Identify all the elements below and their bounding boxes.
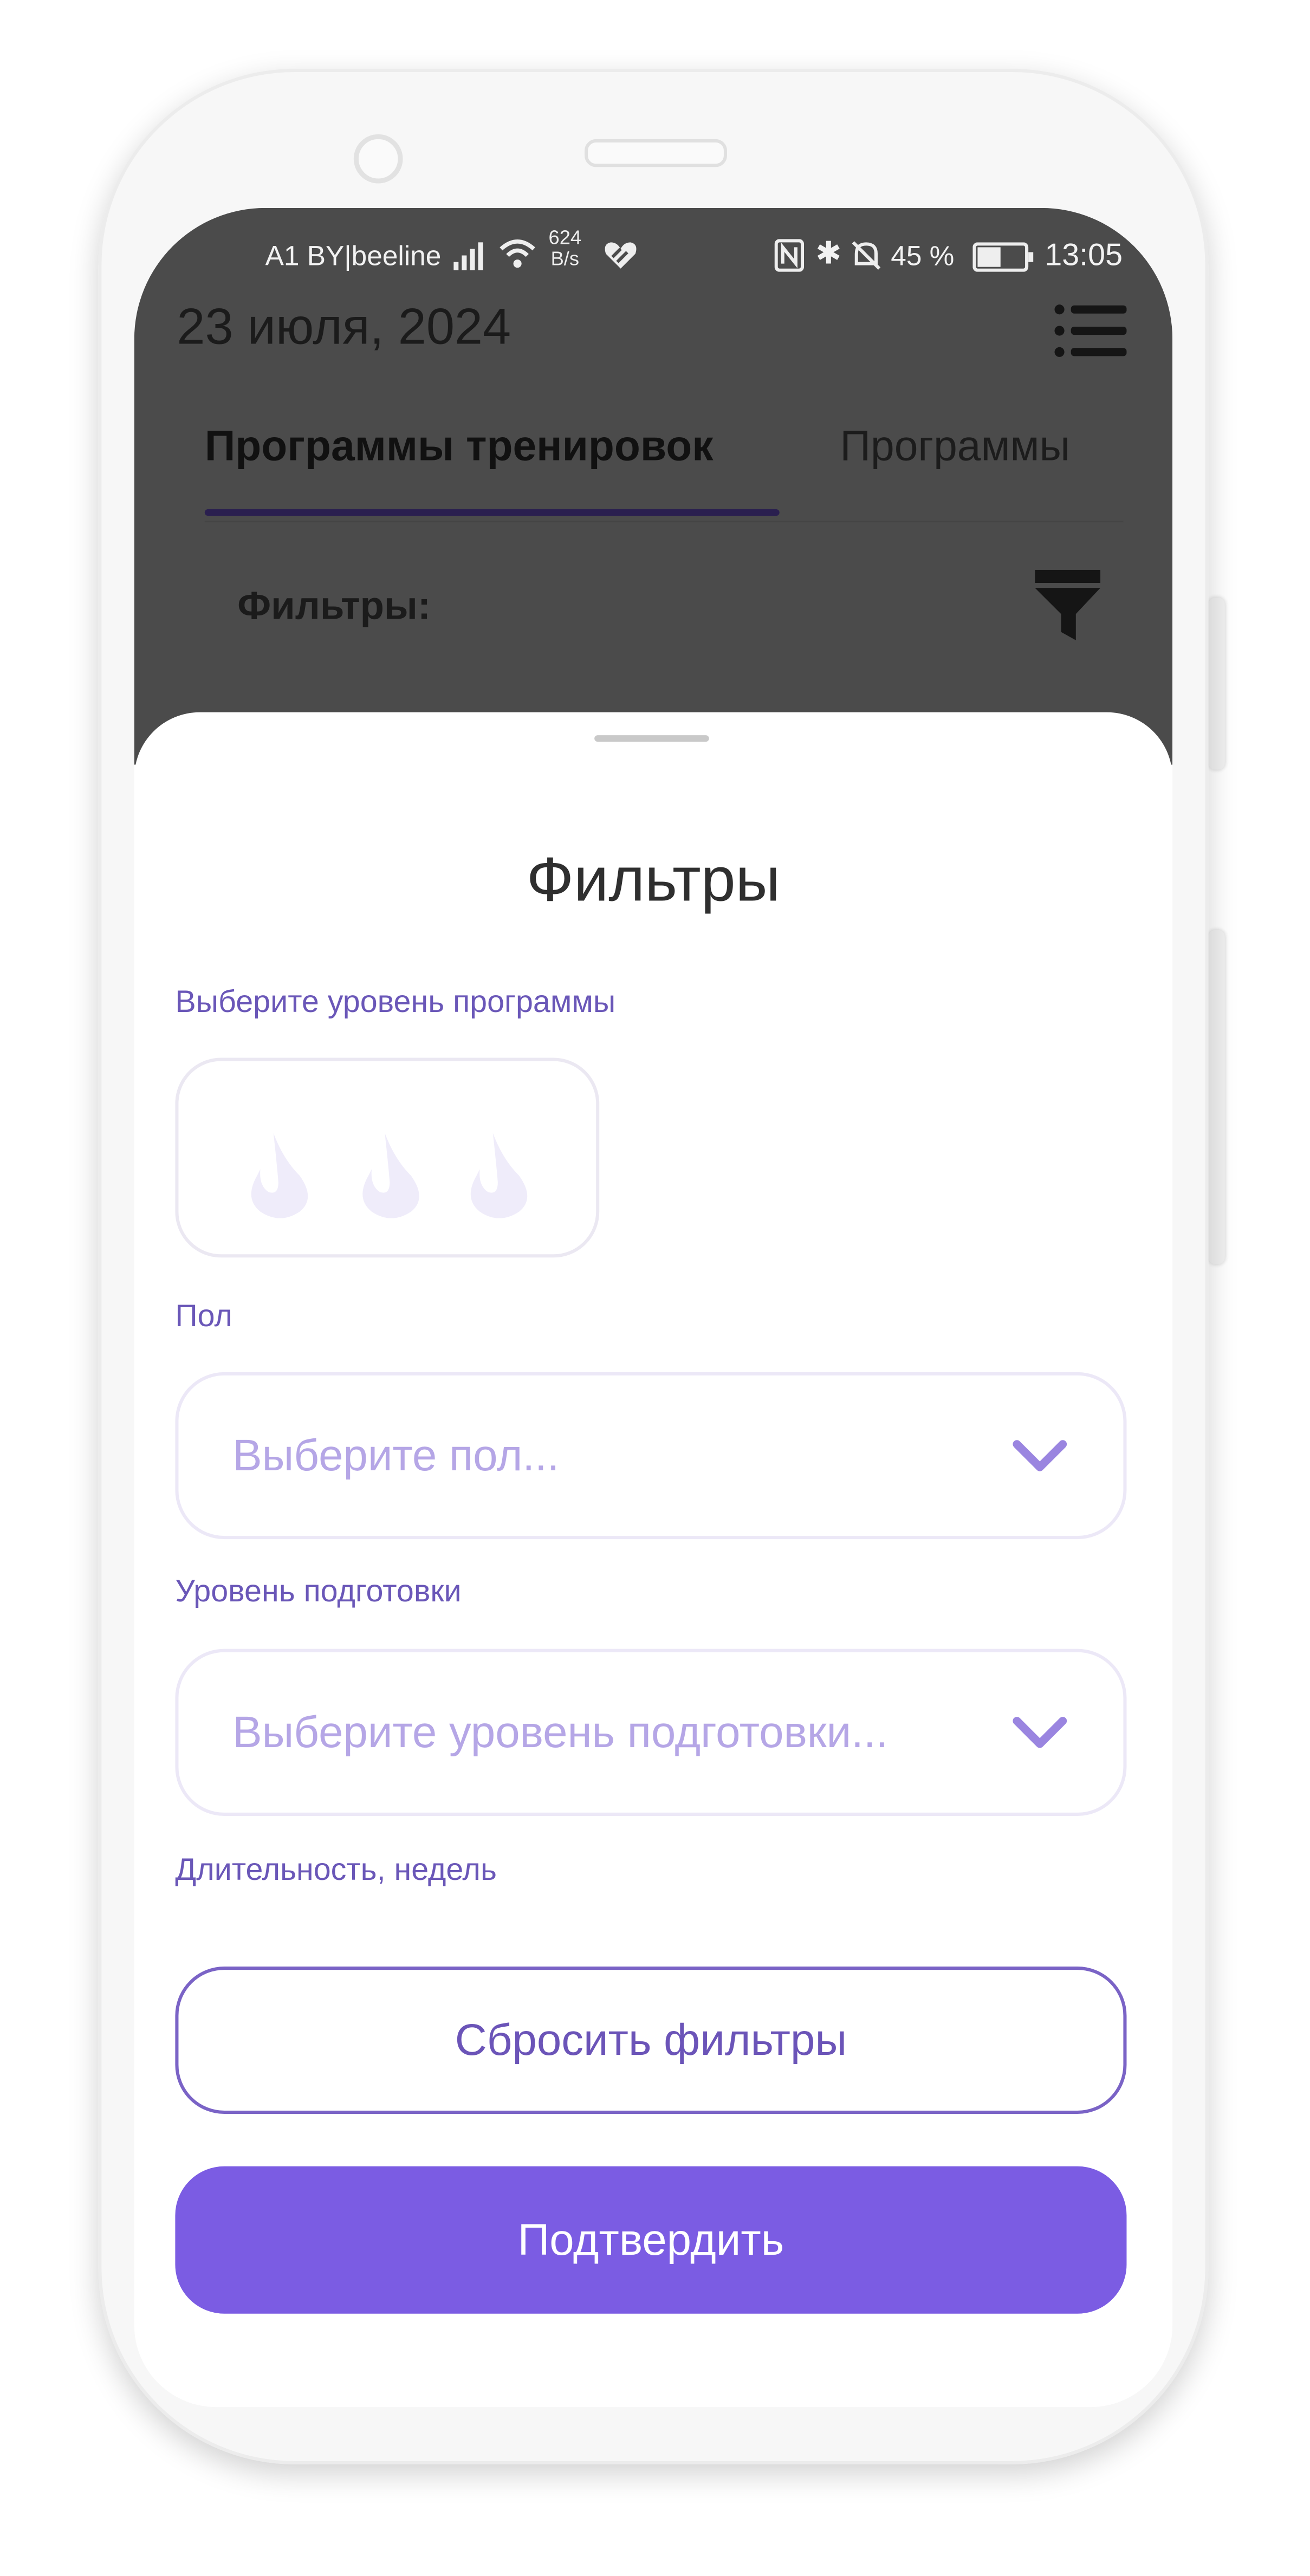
fitness-level-placeholder: Выберите уровень подготовки... [232,1708,889,1757]
duration-label: Длительность, недель [175,1853,497,1888]
sheet-title: Фильтры [526,846,781,916]
tab-training-programs[interactable]: Программы тренировок [205,421,714,472]
filters-bottom-sheet: Фильтры Выберите уровень программы Пол В… [134,712,1173,2408]
carrier-text: A1 BY|beeline [265,241,442,272]
flame-icon[interactable] [463,1130,535,1218]
gender-label: Пол [175,1300,232,1335]
current-date: 23 июля, 2024 [177,298,511,355]
program-level-label: Выберите уровень программы [175,985,616,1021]
flame-icon[interactable] [355,1130,427,1218]
bluetooth-icon: ✱ [815,237,842,272]
speaker-slot [585,139,727,167]
fitness-level-select[interactable]: Выберите уровень подготовки... [175,1649,1127,1816]
camera-icon [353,134,403,184]
network-speed: 624 B/s [548,226,582,270]
filter-funnel-icon[interactable] [1035,569,1101,642]
confirm-button[interactable]: Подтвердить [175,2166,1127,2314]
chevron-down-icon [1013,1717,1067,1748]
active-tab-indicator [204,509,780,516]
filters-label: Фильтры: [237,585,431,629]
signal-icon [453,242,483,270]
background-overlay[interactable]: A1 BY|beeline 624 B/s ✱ 45 % 13:05 23 июл… [134,207,1173,765]
wifi-icon [500,239,535,268]
screen: A1 BY|beeline 624 B/s ✱ 45 % 13:05 23 июл… [134,207,1173,2408]
battery-percent: 45 % [891,241,955,272]
mute-bell-icon [852,241,881,270]
gender-placeholder: Выберите пол... [232,1431,560,1481]
drag-handle[interactable] [594,735,709,742]
menu-icon[interactable] [1054,303,1128,359]
fitness-level-label: Уровень подготовки [175,1575,462,1610]
tabs-divider [204,521,1124,523]
gender-select[interactable]: Выберите пол... [175,1372,1127,1540]
chevron-down-icon [1013,1440,1067,1471]
power-button [1208,930,1225,1264]
flame-icon[interactable] [244,1130,316,1218]
nfc-icon [774,239,805,272]
health-icon [605,242,637,269]
reset-filters-button[interactable]: Сбросить фильтры [175,1967,1127,2114]
volume-button [1208,598,1225,770]
clock: 13:05 [1045,239,1123,274]
program-level-selector[interactable] [175,1057,600,1258]
tab-programs[interactable]: Программы [840,421,1071,472]
battery-icon [972,242,1034,272]
